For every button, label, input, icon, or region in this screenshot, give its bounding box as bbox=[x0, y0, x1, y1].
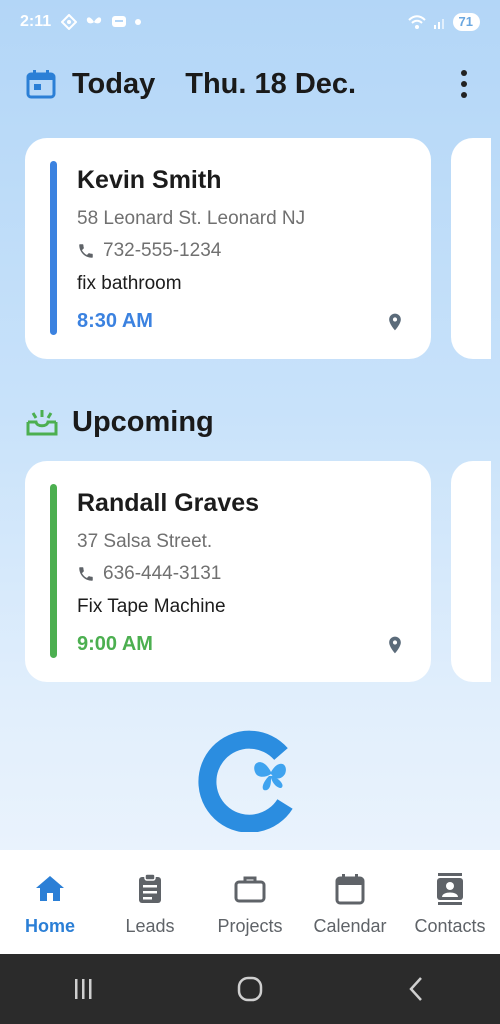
clipboard-icon bbox=[139, 873, 161, 903]
today-header: Today Thu. 18 Dec. bbox=[26, 62, 476, 106]
phone-icon bbox=[79, 244, 93, 258]
location-pin-icon[interactable] bbox=[385, 311, 405, 333]
card-accent-bar bbox=[50, 161, 57, 335]
client-address: 58 Leonard St. Leonard NJ bbox=[77, 208, 306, 229]
wifi-icon bbox=[407, 15, 426, 29]
client-name: Randall Graves bbox=[77, 489, 260, 517]
page-title: Today bbox=[72, 67, 156, 100]
notification-app-icon bbox=[61, 14, 78, 30]
more-options-icon[interactable] bbox=[452, 64, 476, 104]
system-navigation-bar bbox=[0, 954, 500, 1024]
sunrise-icon bbox=[26, 410, 58, 436]
upcoming-header: Upcoming bbox=[26, 400, 214, 444]
contacts-icon bbox=[437, 873, 463, 905]
nav-label: Projects bbox=[217, 916, 283, 936]
status-bar: 2:11 71 bbox=[0, 0, 500, 44]
client-name: Kevin Smith bbox=[77, 166, 222, 194]
calendar-icon bbox=[335, 874, 365, 905]
notification-icons bbox=[61, 14, 142, 30]
nav-contacts[interactable]: Contacts bbox=[400, 872, 500, 937]
home-button-icon[interactable] bbox=[235, 974, 265, 1004]
nav-label: Contacts bbox=[414, 916, 486, 936]
status-time: 2:11 bbox=[20, 13, 52, 30]
client-phone[interactable]: 636-444-3131 bbox=[77, 563, 221, 585]
phone-icon bbox=[79, 567, 93, 581]
bottom-navigation: Home Leads Projects Calendar Contacts bbox=[0, 850, 500, 954]
battery-indicator: 71 bbox=[452, 13, 480, 31]
location-pin-icon[interactable] bbox=[385, 634, 405, 656]
client-phone[interactable]: 732-555-1234 bbox=[77, 240, 221, 262]
phone-number: 732-555-1234 bbox=[103, 240, 222, 261]
card-accent-bar bbox=[50, 484, 57, 658]
job-description: fix bathroom bbox=[77, 273, 182, 294]
phone-number: 636-444-3131 bbox=[103, 563, 222, 584]
current-date: Thu. 18 Dec. bbox=[185, 67, 357, 100]
client-address: 37 Salsa Street. bbox=[77, 531, 213, 552]
nav-label: Home bbox=[24, 916, 75, 936]
nav-calendar[interactable]: Calendar bbox=[300, 872, 400, 937]
upcoming-title: Upcoming bbox=[72, 405, 214, 438]
back-icon[interactable] bbox=[402, 974, 432, 1004]
notification-dot-icon bbox=[135, 19, 142, 25]
appointment-time: 9:00 AM bbox=[77, 633, 153, 655]
signal-icon bbox=[433, 19, 444, 29]
today-appointment-card[interactable]: Kevin Smith 58 Leonard St. Leonard NJ 73… bbox=[25, 138, 431, 359]
job-description: Fix Tape Machine bbox=[77, 596, 226, 617]
next-today-card-peek[interactable] bbox=[451, 138, 491, 359]
nav-label: Leads bbox=[125, 916, 175, 936]
upcoming-appointment-card[interactable]: Randall Graves 37 Salsa Street. 636-444-… bbox=[25, 461, 431, 682]
recent-apps-icon[interactable] bbox=[68, 974, 98, 1004]
next-upcoming-card-peek[interactable] bbox=[451, 461, 491, 682]
calendar-today-icon bbox=[26, 70, 56, 99]
app-logo bbox=[198, 730, 293, 832]
home-icon bbox=[36, 876, 64, 901]
briefcase-icon bbox=[234, 876, 266, 903]
nav-leads[interactable]: Leads bbox=[100, 872, 200, 937]
appointment-time: 8:30 AM bbox=[77, 310, 153, 332]
message-icon bbox=[112, 16, 127, 27]
nav-label: Calendar bbox=[313, 916, 387, 936]
nav-home[interactable]: Home bbox=[0, 872, 100, 937]
nav-projects[interactable]: Projects bbox=[200, 872, 300, 937]
butterfly-notification-icon bbox=[86, 17, 102, 24]
